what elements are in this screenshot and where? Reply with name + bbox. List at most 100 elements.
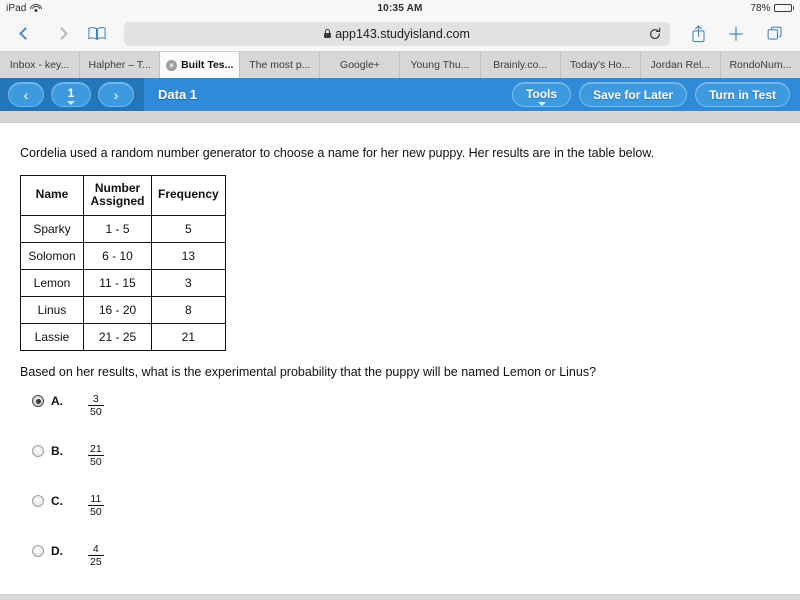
- tools-label: Tools: [525, 86, 558, 101]
- fraction-denominator: 50: [88, 455, 104, 469]
- browser-tab[interactable]: Young Thu...: [400, 52, 481, 78]
- answer-choice[interactable]: D. 4 25: [20, 543, 780, 593]
- browser-tab-strip: Inbox - key... Halpher – T... × Built Tes..…: [0, 52, 800, 78]
- url-text: app143.studyisland.com: [335, 26, 470, 41]
- browser-tab[interactable]: Brainly.co...: [480, 52, 561, 78]
- answer-choice-fraction: 4 25: [88, 543, 104, 568]
- table-cell: 5: [151, 215, 226, 244]
- ios-status-bar: iPad 10:35 AM 78%: [0, 0, 800, 16]
- browser-tab-label: Jordan Rel...: [650, 59, 711, 71]
- question-prompt: Based on her results, what is the experi…: [20, 365, 597, 380]
- question-content: Cordelia used a random number generator …: [0, 123, 800, 594]
- table-row: Solomon 6 - 10 13: [20, 242, 226, 271]
- browser-tab[interactable]: Jordan Rel...: [640, 52, 721, 78]
- answer-choice-fraction: 11 50: [88, 493, 104, 518]
- save-for-later-button[interactable]: Save for Later: [579, 82, 688, 107]
- forward-button[interactable]: [50, 22, 72, 46]
- radio-button[interactable]: [32, 545, 44, 558]
- status-right: 78%: [750, 3, 794, 14]
- browser-tab[interactable]: × Built Tes...: [160, 52, 241, 78]
- reload-icon[interactable]: [648, 27, 662, 41]
- table-cell: Sparky: [20, 215, 84, 244]
- answer-choices: A. 3 50 B. 21 50 C. 11 50 D. 4 25: [20, 393, 780, 593]
- browser-tab-label: RondoNum...: [729, 59, 792, 71]
- fraction-numerator: 3: [92, 393, 99, 406]
- table-row: Sparky 1 - 55: [20, 215, 226, 244]
- table-cell: 1 - 5: [83, 215, 152, 244]
- fraction-denominator: 25: [88, 555, 104, 569]
- radio-button[interactable]: [32, 495, 44, 508]
- fraction-numerator: 21: [90, 443, 102, 456]
- table-cell: 6 - 10: [83, 242, 152, 271]
- battery-percent-label: 78%: [750, 2, 771, 14]
- next-question-button[interactable]: ›: [98, 82, 134, 107]
- table-cell: 3: [151, 269, 226, 298]
- battery-icon: [773, 3, 794, 13]
- question-intro: Cordelia used a random number generator …: [20, 146, 655, 160]
- table-cell: Solomon: [20, 242, 84, 271]
- chevron-down-icon: [67, 101, 75, 105]
- answer-choice[interactable]: C. 11 50: [20, 493, 780, 543]
- table-cell: 16 - 20: [83, 296, 152, 325]
- table-header-row: Name Number Assigned Frequency: [20, 174, 226, 217]
- browser-tab-label: The most p...: [249, 59, 311, 71]
- radio-button[interactable]: [32, 445, 44, 458]
- table-cell: 8: [151, 296, 226, 325]
- table-cell: 21: [151, 323, 226, 352]
- ipad-safari-screen: iPad 10:35 AM 78% app143.studyisland.com: [0, 0, 800, 600]
- test-toolbar: ‹ 1 › Data 1 Tools Save for Later Turn i…: [0, 78, 800, 111]
- table-row: Linus 16 - 20 8: [20, 296, 226, 325]
- answer-choice-letter: A.: [51, 394, 63, 409]
- back-button[interactable]: [14, 22, 36, 46]
- new-tab-icon[interactable]: [724, 22, 748, 46]
- answer-choice[interactable]: B. 21 50: [20, 443, 780, 493]
- browser-tab-label: Today's Ho...: [570, 59, 631, 71]
- safari-toolbar: app143.studyisland.com: [0, 16, 800, 52]
- answer-choice-fraction: 3 50: [88, 393, 104, 418]
- browser-tab[interactable]: RondoNum...: [720, 52, 800, 78]
- previous-question-button[interactable]: ‹: [8, 82, 44, 107]
- answer-choice-fraction: 21 50: [88, 443, 104, 468]
- fraction-denominator: 50: [88, 405, 104, 419]
- table-cell: Lemon: [20, 269, 84, 298]
- table-body: Sparky 1 - 5 5 Solomon 6 - 10 13 Lemon 11 - 15 3…: [20, 215, 226, 352]
- lock-icon: [324, 29, 332, 38]
- test-title: Data 1: [158, 87, 198, 102]
- frequency-table: Name Number Assigned Frequency Sparky 1 - 5…: [20, 174, 226, 352]
- question-number-label: 1: [67, 86, 75, 100]
- table-row: Lemon 11 - 15 3: [20, 269, 226, 298]
- browser-tab[interactable]: Google+: [320, 52, 401, 78]
- answer-choice-letter: B.: [51, 444, 63, 459]
- tabs-icon[interactable]: [762, 22, 786, 46]
- browser-tab-label: Young Thu...: [410, 59, 470, 71]
- fraction-numerator: 11: [90, 493, 102, 506]
- address-bar[interactable]: app143.studyisland.com: [124, 21, 670, 46]
- tools-button[interactable]: Tools: [511, 82, 572, 107]
- radio-button[interactable]: [32, 395, 44, 408]
- browser-tab-label: Built Tes...: [181, 59, 234, 71]
- fraction-denominator: 50: [88, 505, 104, 519]
- table-column-header: Number Assigned: [83, 174, 152, 217]
- table-row: Lassie 21 - 25 21: [20, 323, 226, 352]
- table-column-header: Frequency: [151, 174, 226, 217]
- browser-tab-label: Brainly.co...: [493, 59, 548, 71]
- answer-choice-letter: C.: [51, 494, 63, 509]
- answer-choice[interactable]: A. 3 50: [20, 393, 780, 443]
- question-number-selector[interactable]: 1: [51, 82, 91, 107]
- table-cell: Linus: [20, 296, 84, 325]
- toolbar-underbar: [0, 111, 800, 123]
- table-cell: 21 - 25: [83, 323, 152, 352]
- browser-tab[interactable]: Halpher – T...: [80, 52, 161, 78]
- bookmarks-icon[interactable]: [86, 22, 108, 46]
- table-cell: 13: [151, 242, 226, 271]
- table-cell: Lassie: [20, 323, 84, 352]
- close-icon[interactable]: ×: [166, 59, 178, 71]
- browser-tab[interactable]: Today's Ho...: [560, 52, 641, 78]
- browser-tab[interactable]: The most p...: [240, 52, 321, 78]
- browser-tab-label: Google+: [339, 59, 380, 71]
- turn-in-test-button[interactable]: Turn in Test: [695, 82, 790, 107]
- browser-tab[interactable]: Inbox - key...: [0, 52, 81, 78]
- address-bar-content: app143.studyisland.com: [324, 27, 470, 41]
- page-bottom-bar: [0, 595, 800, 600]
- share-icon[interactable]: [686, 22, 710, 46]
